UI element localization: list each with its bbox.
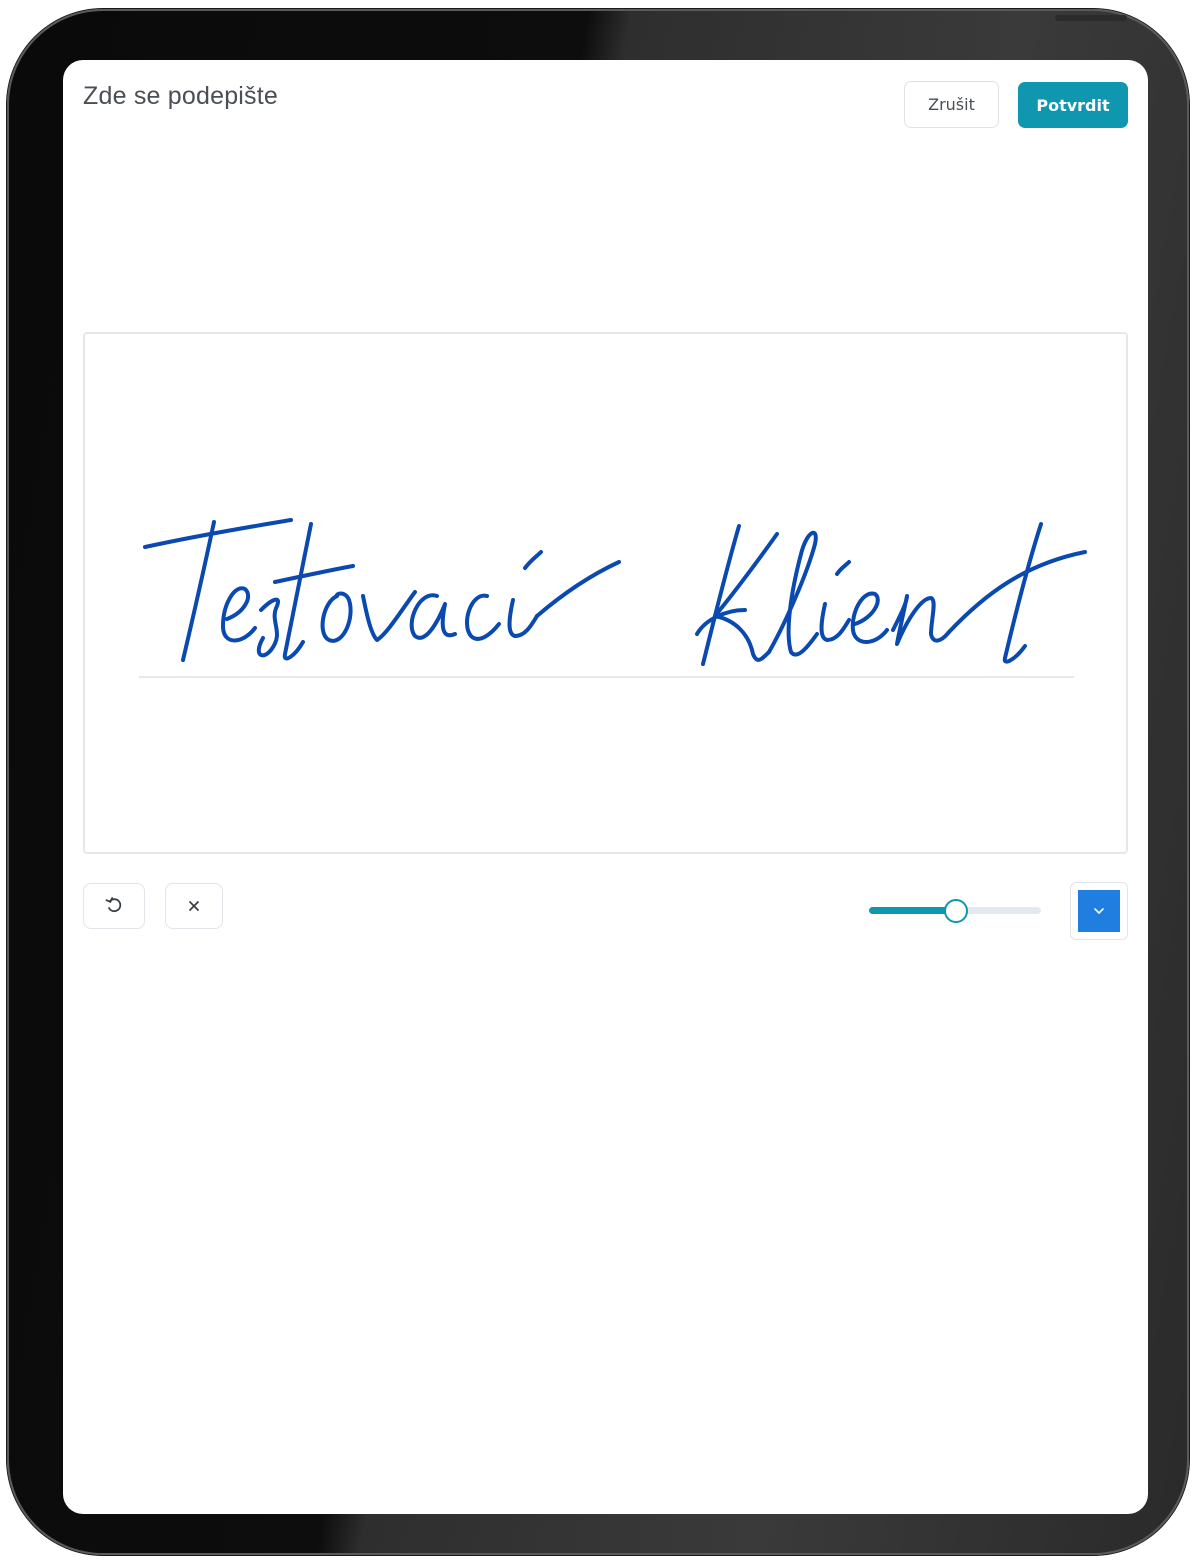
cancel-button[interactable]: Zrušit — [904, 81, 999, 128]
pen-width-slider[interactable] — [869, 898, 1043, 923]
signature-drawing — [143, 518, 1087, 666]
clear-button[interactable] — [165, 883, 223, 929]
pen-color-picker[interactable] — [1070, 882, 1128, 940]
confirm-button[interactable]: Potvrdit — [1018, 82, 1128, 128]
slider-fill — [869, 907, 955, 914]
signature-pad[interactable] — [83, 332, 1128, 854]
close-icon — [189, 901, 199, 911]
undo-icon — [105, 897, 122, 913]
chevron-down-icon — [1094, 908, 1104, 914]
device-top-button — [1055, 15, 1127, 21]
page-title: Zde se podepište — [83, 82, 278, 110]
undo-button[interactable] — [83, 883, 145, 929]
slider-thumb[interactable] — [944, 899, 968, 923]
pen-color-swatch — [1078, 890, 1120, 932]
signature-screen: Zde se podepište Zrušit Potvrdit — [63, 60, 1148, 1514]
